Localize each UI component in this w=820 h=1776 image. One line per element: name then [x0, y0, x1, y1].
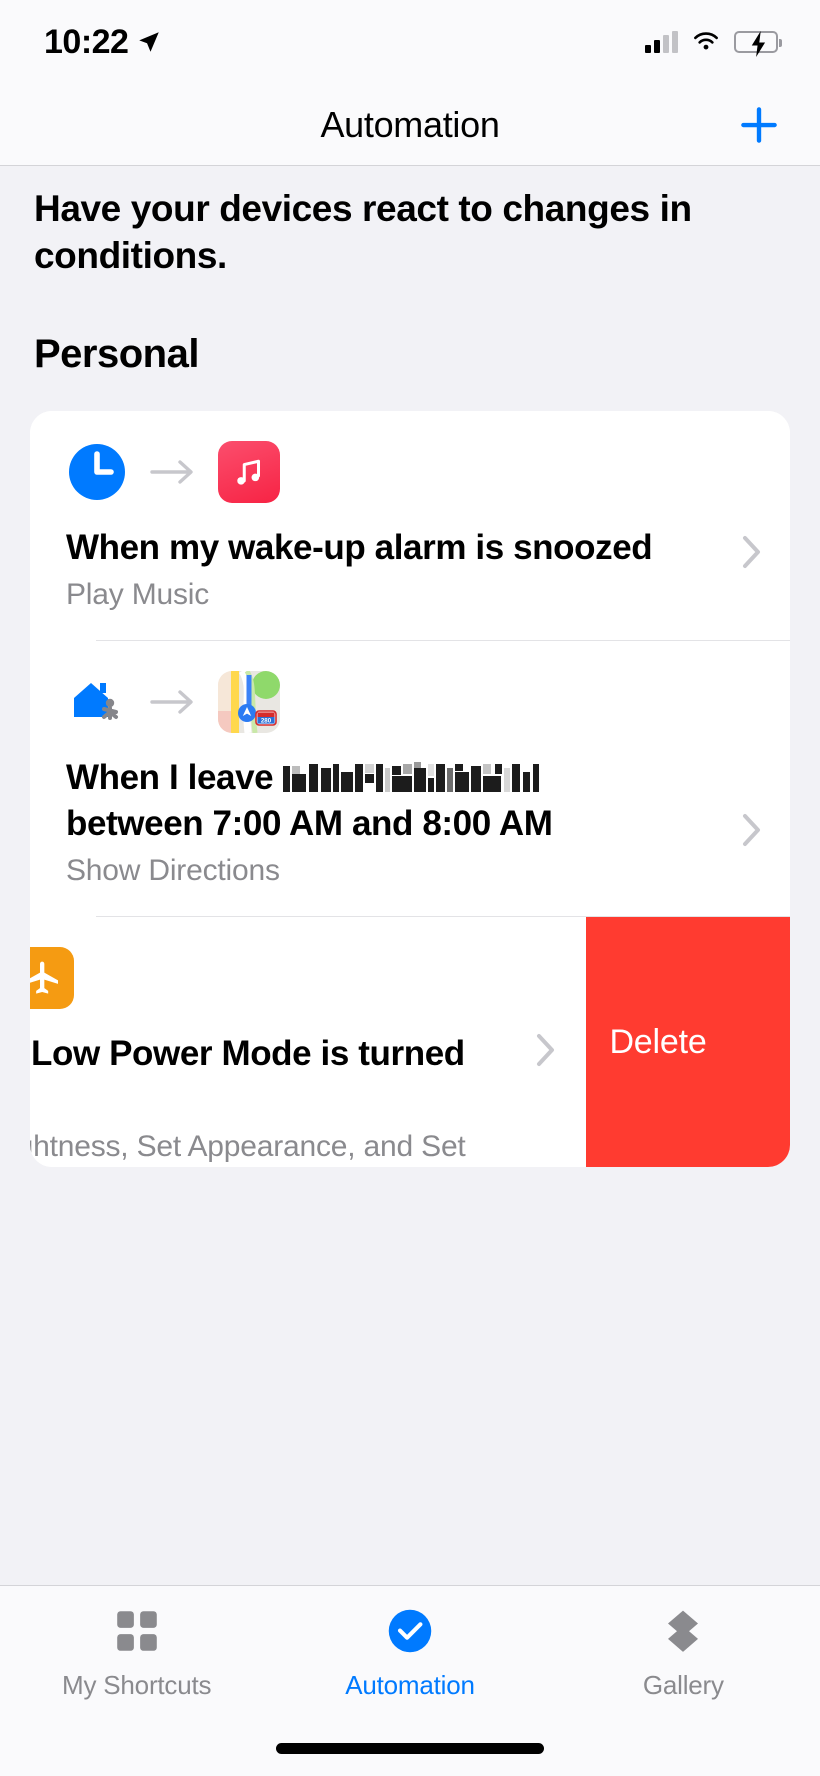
- battery-charging-icon: [734, 31, 782, 57]
- row-title: When Low Power Mode is turned on: [30, 1034, 465, 1074]
- music-app-icon: [218, 440, 280, 503]
- redacted-address-block: [282, 762, 553, 794]
- leave-home-icon: [66, 671, 128, 733]
- row-title: When I leave between 7:00 AM and 8:00 AM: [66, 755, 754, 846]
- nav-bar: Automation: [0, 84, 820, 166]
- row-subtitle: Play Music: [66, 578, 210, 612]
- tab-gallery[interactable]: Gallery: [547, 1602, 820, 1706]
- section-header-personal: Personal: [34, 331, 199, 376]
- stacked-diamonds-icon: [658, 1602, 708, 1660]
- add-automation-button[interactable]: [728, 94, 790, 156]
- tab-bar: My Shortcuts Automation Gallery: [0, 1585, 820, 1776]
- row-title-suffix: between 7:00 AM and 8:00 AM: [66, 803, 553, 843]
- airplane-mode-icon: [30, 947, 74, 1010]
- automation-row-alarm[interactable]: When my wake-up alarm is snoozed Play Mu…: [30, 410, 790, 641]
- check-circle-icon: [385, 1602, 435, 1660]
- arrow-right-icon: [150, 460, 193, 484]
- arrow-right-icon: [150, 690, 193, 715]
- chevron-right-icon: [743, 535, 760, 568]
- svg-text:280: 280: [261, 718, 272, 725]
- chevron-right-icon: [537, 1034, 554, 1067]
- automation-row-low-power[interactable]: When Low Power Mode is turned on Set Bri…: [30, 917, 586, 1168]
- intro-text: Have your devices react to changes in co…: [34, 188, 692, 276]
- page-title: Automation: [320, 103, 500, 145]
- maps-app-icon: 280: [218, 671, 280, 734]
- tab-my-shortcuts[interactable]: My Shortcuts: [0, 1602, 273, 1706]
- cellular-signal-icon: [645, 31, 678, 53]
- delete-button-label: Delete: [609, 1022, 707, 1061]
- status-bar: 10:22: [0, 0, 820, 84]
- automation-card: When my wake-up alarm is snoozed Play Mu…: [30, 410, 790, 1168]
- wifi-icon: [694, 32, 718, 50]
- clock-icon: [66, 441, 128, 503]
- tab-label: Automation: [345, 1670, 475, 1700]
- automation-row-leave-home[interactable]: 280 When I leave between 7:00 AM and 8:0…: [30, 641, 790, 917]
- automation-row-low-power-wrapper: Delete Low Power Mode is turned htness, …: [30, 917, 790, 1168]
- status-time: 10:22: [44, 22, 129, 61]
- chevron-right-icon: [743, 814, 760, 847]
- tab-label: My Shortcuts: [62, 1670, 212, 1700]
- row-icons: [66, 440, 754, 503]
- row-title-prefix: When I leave: [66, 758, 283, 798]
- home-indicator: [276, 1743, 544, 1754]
- row-subtitle: Show Directions: [66, 854, 280, 888]
- row-icons: [30, 947, 550, 1010]
- grid-squares-icon: [112, 1602, 162, 1660]
- plus-icon: [741, 106, 777, 143]
- tab-automation[interactable]: Automation: [273, 1602, 546, 1706]
- status-bar-right: [645, 30, 782, 57]
- row-icons: 280: [66, 671, 754, 734]
- phone-screen: 10:22 Automation Have your devices react…: [0, 0, 820, 1776]
- row-title: When my wake-up alarm is snoozed: [66, 527, 653, 567]
- tab-label: Gallery: [642, 1670, 724, 1700]
- status-bar-left: 10:22: [44, 23, 162, 62]
- row-subtitle: Set Brightness, Set Appearance, and Set: [30, 1130, 466, 1164]
- location-arrow-icon: [139, 32, 160, 52]
- automation-list: Have your devices react to changes in co…: [0, 166, 820, 1585]
